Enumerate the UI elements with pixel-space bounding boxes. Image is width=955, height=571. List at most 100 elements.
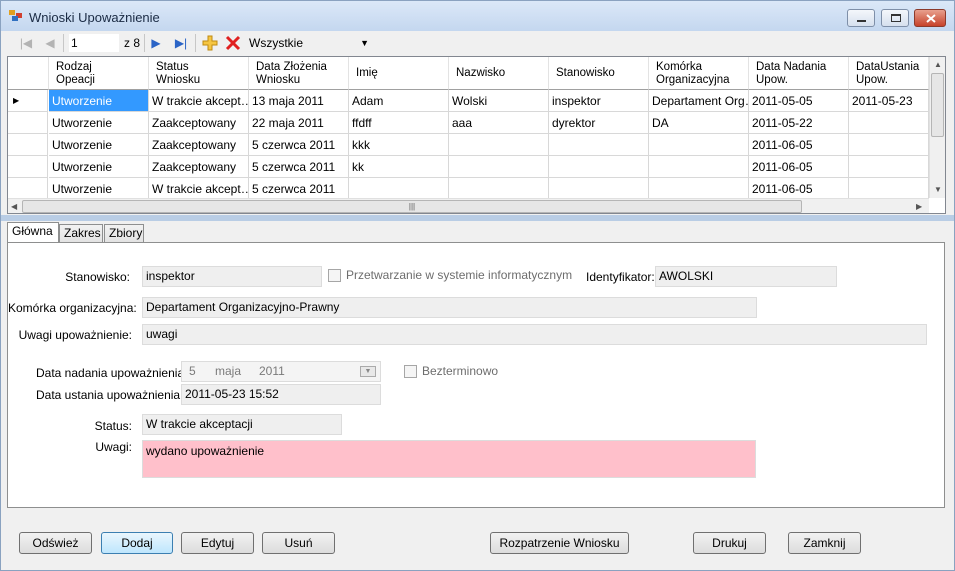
table-row[interactable]: Utworzenie Zaakceptowany 5 czerwca 2011 kkk… [8,134,929,156]
maximize-button[interactable] [881,9,909,27]
table-cell[interactable]: inspektor [549,90,649,112]
column-header[interactable]: Imię [349,57,449,90]
scroll-right-icon[interactable]: ▶ [916,202,922,211]
table-cell[interactable] [649,156,749,178]
table-cell[interactable]: DA [649,112,749,134]
table-cell[interactable] [449,156,549,178]
table-cell[interactable]: ffdff [349,112,449,134]
table-cell[interactable]: Utworzenie [49,134,149,156]
komorka-field[interactable]: Departament Organizacyjno-Prawny [142,297,757,318]
scroll-left-icon[interactable]: ◀ [11,202,17,211]
table-cell[interactable] [849,156,929,178]
scroll-up-icon[interactable]: ▲ [934,60,942,69]
usun-button[interactable]: Usuń [262,532,335,554]
table-cell[interactable] [649,178,749,200]
table-cell[interactable]: 13 maja 2011 [249,90,349,112]
table-row[interactable]: Utworzenie Zaakceptowany 22 maja 2011 ffdff… [8,112,929,134]
table-cell[interactable]: Wolski [449,90,549,112]
previous-record-icon[interactable]: ◀ [41,34,59,52]
table-cell[interactable]: 2011-05-05 [749,90,849,112]
calendar-icon[interactable]: ▼ [360,366,376,377]
zamknij-button[interactable]: Zamknij [788,532,861,554]
table-row[interactable]: ▶ Utworzenie W trakcie akcept… 13 maja 2011… [8,90,929,112]
next-record-icon[interactable]: ▶ [147,34,165,52]
table-cell[interactable]: W trakcie akcept… [149,178,249,200]
column-header[interactable]: Nazwisko [449,57,549,90]
table-cell[interactable]: Zaakceptowany [149,112,249,134]
last-record-icon[interactable]: ▶| [172,34,190,52]
uwagi-upowaznienie-field[interactable]: uwagi [142,324,927,345]
table-row[interactable]: Utworzenie W trakcie akcept… 5 czerwca 201… [8,178,929,200]
table-cell[interactable]: Utworzenie [49,178,149,200]
table-cell[interactable]: Departament Org… [649,90,749,112]
przetwarzanie-checkbox[interactable] [328,269,341,282]
scrollbar-thumb[interactable] [931,73,944,137]
requests-grid[interactable]: Rodzaj Opeacji Status Wniosku Data Złoże… [7,56,946,214]
table-cell[interactable]: aaa [449,112,549,134]
splitter[interactable] [1,215,954,221]
column-header[interactable]: Komórka Organizacyjna [649,57,749,90]
table-cell[interactable]: Utworzenie [49,112,149,134]
row-header[interactable] [8,156,48,178]
dodaj-button[interactable]: Dodaj [101,532,173,554]
row-header[interactable]: ▶ [8,90,48,112]
tab-zakres[interactable]: Zakres [59,224,103,243]
drukuj-button[interactable]: Drukuj [693,532,766,554]
odswiez-button[interactable]: Odśwież [19,532,92,554]
column-header[interactable]: DataUstania Upow. [849,57,929,90]
close-window-button[interactable] [914,9,946,27]
table-cell[interactable]: 2011-05-22 [749,112,849,134]
filter-select[interactable]: Wszystkie ▼ [247,33,373,53]
table-cell[interactable]: Adam [349,90,449,112]
table-cell[interactable] [849,178,929,200]
table-cell[interactable] [549,134,649,156]
table-cell[interactable]: kkk [349,134,449,156]
tab-zbiory[interactable]: Zbiory [104,224,144,243]
first-record-icon[interactable]: |◀ [17,34,35,52]
row-header[interactable] [8,178,48,200]
tab-glowna[interactable]: Główna [7,222,59,244]
table-cell[interactable]: kk [349,156,449,178]
table-row[interactable]: Utworzenie Zaakceptowany 5 czerwca 2011 kk 2… [8,156,929,178]
table-cell[interactable]: Utworzenie [49,90,149,112]
table-cell[interactable] [349,178,449,200]
stanowisko-field[interactable]: inspektor [142,266,322,287]
delete-icon[interactable] [224,34,242,52]
table-cell[interactable]: 5 czerwca 2011 [249,178,349,200]
minimize-button[interactable] [847,9,875,27]
table-cell[interactable]: Zaakceptowany [149,156,249,178]
table-cell[interactable]: 5 czerwca 2011 [249,134,349,156]
table-cell[interactable]: 2011-05-23 [849,90,929,112]
table-cell[interactable] [849,112,929,134]
table-cell[interactable] [549,178,649,200]
scroll-down-icon[interactable]: ▼ [934,185,942,194]
table-cell[interactable]: dyrektor [549,112,649,134]
uwagi-textarea[interactable]: wydano upoważnienie [142,440,756,478]
table-cell[interactable]: 22 maja 2011 [249,112,349,134]
data-ustania-field[interactable]: 2011-05-23 15:52 [181,384,381,405]
data-nadania-picker[interactable]: 5 maja 2011 ▼ [181,361,381,382]
column-header[interactable]: Data Złożenia Wniosku [249,57,349,90]
table-cell[interactable] [449,178,549,200]
status-field[interactable]: W trakcie akceptacji [142,414,342,435]
column-header[interactable]: Rodzaj Opeacji [49,57,149,90]
table-cell[interactable]: 2011-06-05 [749,178,849,200]
position-input[interactable]: 1 [69,34,119,52]
table-cell[interactable]: Zaakceptowany [149,134,249,156]
column-header[interactable]: Data Nadania Upow. [749,57,849,90]
vertical-scrollbar[interactable]: ▲ ▼ [929,57,945,198]
row-header[interactable] [8,134,48,156]
table-cell[interactable]: 5 czerwca 2011 [249,156,349,178]
add-icon[interactable] [201,34,219,52]
table-cell[interactable] [549,156,649,178]
table-cell[interactable]: 2011-06-05 [749,134,849,156]
bezterminowo-checkbox[interactable] [404,365,417,378]
edytuj-button[interactable]: Edytuj [181,532,254,554]
table-cell[interactable] [449,134,549,156]
horizontal-scrollbar[interactable]: ◀ ||| ▶ [8,198,929,213]
scrollbar-thumb[interactable]: ||| [22,200,802,213]
table-cell[interactable]: 2011-06-05 [749,156,849,178]
rozpatrzenie-wniosku-button[interactable]: Rozpatrzenie Wniosku [490,532,629,554]
table-cell[interactable]: W trakcie akcept… [149,90,249,112]
row-header[interactable] [8,112,48,134]
